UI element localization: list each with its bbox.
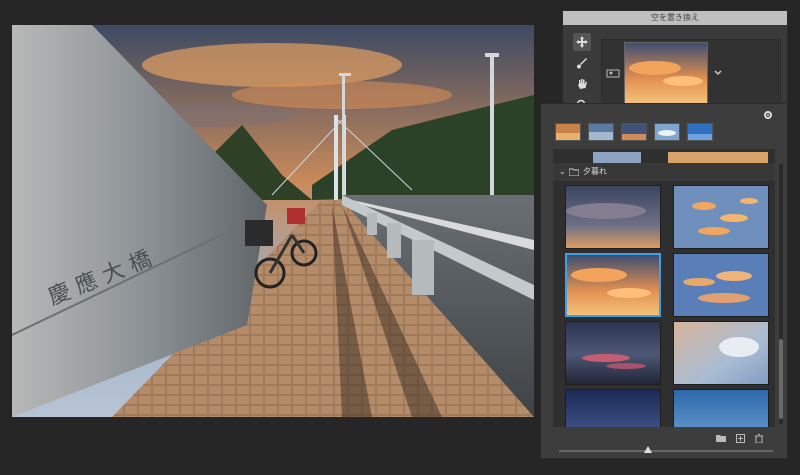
panel-footer-icons: [716, 434, 763, 443]
move-icon[interactable]: [573, 33, 591, 51]
sky-thumb-6[interactable]: [673, 321, 769, 385]
sky-thumb-5[interactable]: [565, 321, 661, 385]
canvas-photo: 慶 應 大 橋: [12, 25, 534, 417]
gear-icon[interactable]: [763, 110, 773, 120]
brush-icon[interactable]: [573, 54, 591, 72]
group-label: 夕暮れ: [583, 167, 607, 176]
sky-replacement-dialog: 空を置き換え: [562, 10, 788, 112]
recent-skies: [555, 123, 775, 145]
sky-selector[interactable]: [601, 39, 781, 107]
recent-sky-4[interactable]: [654, 123, 680, 141]
recent-sky-2[interactable]: [588, 123, 614, 141]
sky-preset-icon: [606, 69, 620, 78]
sky-thumb-2[interactable]: [673, 185, 769, 249]
dialog-title: 空を置き換え: [563, 11, 787, 25]
sky-thumb-7[interactable]: [565, 389, 661, 427]
scrollbar-thumb[interactable]: [779, 339, 783, 419]
panel-header: [541, 104, 787, 120]
slider-handle[interactable]: [644, 446, 652, 453]
recent-sky-5[interactable]: [687, 123, 713, 141]
folder-icon[interactable]: [716, 434, 726, 442]
panel-scrollbar[interactable]: [779, 164, 783, 424]
add-icon[interactable]: [736, 434, 745, 443]
selected-sky-thumbnail[interactable]: [624, 42, 708, 104]
sky-thumb-3-selected[interactable]: [565, 253, 661, 317]
chevron-down-icon[interactable]: [714, 70, 722, 76]
folder-icon: [569, 168, 579, 176]
previous-group-strip: [553, 149, 775, 164]
sky-thumb-8[interactable]: [673, 389, 769, 427]
sky-presets-panel: ⌄ 夕暮れ: [540, 103, 788, 459]
hand-icon[interactable]: [573, 75, 591, 93]
chevron-down-icon: ⌄: [559, 167, 566, 176]
group-header[interactable]: ⌄ 夕暮れ: [553, 163, 775, 181]
sky-preset-list: ⌄ 夕暮れ: [553, 149, 775, 427]
recent-sky-1[interactable]: [555, 123, 581, 141]
recent-sky-3[interactable]: [621, 123, 647, 141]
thumbnail-size-slider[interactable]: [559, 446, 773, 453]
trash-icon[interactable]: [755, 434, 763, 443]
sky-thumb-1[interactable]: [565, 185, 661, 249]
sky-thumb-4[interactable]: [673, 253, 769, 317]
